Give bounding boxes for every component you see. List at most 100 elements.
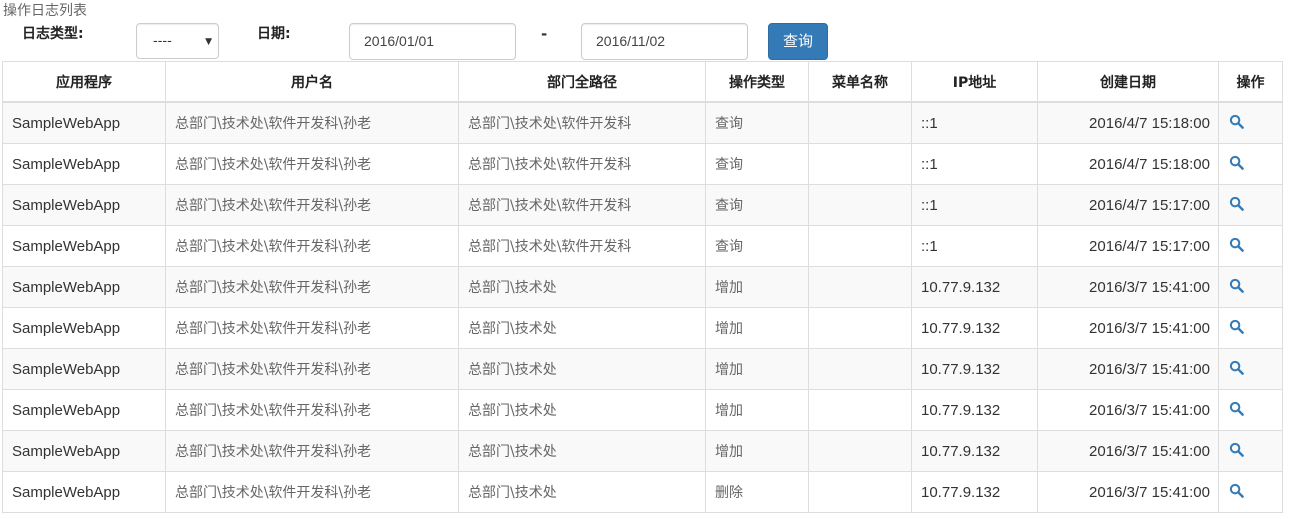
- search-icon[interactable]: [1229, 155, 1244, 174]
- search-icon[interactable]: [1229, 360, 1244, 379]
- cell-dept: 总部门\技术处\软件开发科: [458, 101, 706, 144]
- cell-date: 2016/4/7 15:17:00: [1037, 225, 1219, 267]
- header-date[interactable]: 创建日期: [1037, 61, 1219, 103]
- cell-app: SampleWebApp: [2, 430, 166, 472]
- log-type-value: ----: [153, 34, 172, 49]
- cell-app: SampleWebApp: [2, 389, 166, 431]
- cell-type: 增加: [705, 307, 809, 349]
- cell-app: SampleWebApp: [2, 101, 166, 144]
- header-action: 操作: [1218, 61, 1283, 103]
- cell-type: 增加: [705, 389, 809, 431]
- cell-type: 增加: [705, 430, 809, 472]
- cell-app: SampleWebApp: [2, 225, 166, 267]
- cell-type: 增加: [705, 348, 809, 390]
- header-app[interactable]: 应用程序: [2, 61, 166, 103]
- cell-date: 2016/4/7 15:18:00: [1037, 143, 1219, 185]
- cell-menu: [808, 143, 912, 185]
- header-ip[interactable]: IP地址: [911, 61, 1038, 103]
- cell-menu: [808, 389, 912, 431]
- cell-dept: 总部门\技术处\软件开发科: [458, 225, 706, 267]
- header-menu[interactable]: 菜单名称: [808, 61, 912, 103]
- cell-action: [1218, 225, 1283, 267]
- cell-date: 2016/3/7 15:41:00: [1037, 430, 1219, 472]
- cell-menu: [808, 348, 912, 390]
- cell-action: [1218, 471, 1283, 513]
- cell-type: 增加: [705, 266, 809, 308]
- query-button[interactable]: 查询: [768, 23, 828, 60]
- search-icon[interactable]: [1229, 114, 1244, 133]
- search-icon[interactable]: [1229, 196, 1244, 215]
- search-icon[interactable]: [1229, 483, 1244, 502]
- cell-type: 查询: [705, 101, 809, 144]
- cell-action: [1218, 430, 1283, 472]
- cell-dept: 总部门\技术处: [458, 307, 706, 349]
- cell-app: SampleWebApp: [2, 348, 166, 390]
- cell-dept: 总部门\技术处: [458, 348, 706, 390]
- date-to-input[interactable]: 2016/11/02: [581, 23, 748, 60]
- cell-menu: [808, 101, 912, 144]
- cell-dept: 总部门\技术处: [458, 471, 706, 513]
- search-icon[interactable]: [1229, 278, 1244, 297]
- page-title: 操作日志列表: [3, 3, 87, 19]
- cell-type: 查询: [705, 225, 809, 267]
- cell-date: 2016/3/7 15:41:00: [1037, 471, 1219, 513]
- search-icon[interactable]: [1229, 442, 1244, 461]
- cell-user: 总部门\技术处\软件开发科\孙老: [165, 348, 459, 390]
- table-row: SampleWebApp 总部门\技术处\软件开发科\孙老 总部门\技术处\软件开发…: [2, 225, 1283, 267]
- search-icon[interactable]: [1229, 401, 1244, 420]
- cell-menu: [808, 307, 912, 349]
- cell-user: 总部门\技术处\软件开发科\孙老: [165, 307, 459, 349]
- cell-action: [1218, 266, 1283, 308]
- cell-app: SampleWebApp: [2, 184, 166, 226]
- cell-user: 总部门\技术处\软件开发科\孙老: [165, 266, 459, 308]
- cell-app: SampleWebApp: [2, 143, 166, 185]
- cell-menu: [808, 430, 912, 472]
- table-row: SampleWebApp 总部门\技术处\软件开发科\孙老 总部门\技术处 增加 10.…: [2, 266, 1283, 308]
- table-row: SampleWebApp 总部门\技术处\软件开发科\孙老 总部门\技术处 增加 10.…: [2, 430, 1283, 472]
- table-row: SampleWebApp 总部门\技术处\软件开发科\孙老 总部门\技术处\软件开发…: [2, 101, 1283, 144]
- cell-type: 查询: [705, 143, 809, 185]
- cell-date: 2016/4/7 15:18:00: [1037, 101, 1219, 144]
- cell-action: [1218, 307, 1283, 349]
- cell-ip: 10.77.9.132: [911, 307, 1038, 349]
- date-from-input[interactable]: 2016/01/01: [349, 23, 516, 60]
- search-icon[interactable]: [1229, 237, 1244, 256]
- header-dept[interactable]: 部门全路径: [458, 61, 706, 103]
- cell-ip: ::1: [911, 143, 1038, 185]
- cell-menu: [808, 225, 912, 267]
- cell-dept: 总部门\技术处: [458, 266, 706, 308]
- cell-menu: [808, 184, 912, 226]
- cell-action: [1218, 101, 1283, 144]
- search-icon[interactable]: [1229, 319, 1244, 338]
- cell-action: [1218, 184, 1283, 226]
- cell-date: 2016/4/7 15:17:00: [1037, 184, 1219, 226]
- cell-user: 总部门\技术处\软件开发科\孙老: [165, 430, 459, 472]
- cell-type: 查询: [705, 184, 809, 226]
- table-row: SampleWebApp 总部门\技术处\软件开发科\孙老 总部门\技术处 删除 10.…: [2, 471, 1283, 513]
- cell-user: 总部门\技术处\软件开发科\孙老: [165, 389, 459, 431]
- cell-date: 2016/3/7 15:41:00: [1037, 348, 1219, 390]
- cell-ip: 10.77.9.132: [911, 430, 1038, 472]
- table-row: SampleWebApp 总部门\技术处\软件开发科\孙老 总部门\技术处\软件开发…: [2, 184, 1283, 226]
- header-user[interactable]: 用户名: [165, 61, 459, 103]
- cell-ip: ::1: [911, 101, 1038, 144]
- cell-action: [1218, 389, 1283, 431]
- cell-menu: [808, 471, 912, 513]
- cell-app: SampleWebApp: [2, 266, 166, 308]
- cell-menu: [808, 266, 912, 308]
- cell-user: 总部门\技术处\软件开发科\孙老: [165, 184, 459, 226]
- table-header-row: 应用程序 用户名 部门全路径 操作类型 菜单名称 IP地址 创建日期 操作: [2, 61, 1283, 103]
- date-separator: -: [541, 25, 548, 43]
- cell-date: 2016/3/7 15:41:00: [1037, 266, 1219, 308]
- table-row: SampleWebApp 总部门\技术处\软件开发科\孙老 总部门\技术处 增加 10.…: [2, 389, 1283, 431]
- table-row: SampleWebApp 总部门\技术处\软件开发科\孙老 总部门\技术处 增加 10.…: [2, 307, 1283, 349]
- log-table: 应用程序 用户名 部门全路径 操作类型 菜单名称 IP地址 创建日期 操作 Sa…: [2, 61, 1283, 513]
- header-type[interactable]: 操作类型: [705, 61, 809, 103]
- chevron-down-icon: ▼: [205, 37, 212, 47]
- log-type-select[interactable]: ---- ▼: [136, 23, 219, 59]
- cell-ip: 10.77.9.132: [911, 471, 1038, 513]
- cell-dept: 总部门\技术处\软件开发科: [458, 143, 706, 185]
- cell-user: 总部门\技术处\软件开发科\孙老: [165, 471, 459, 513]
- cell-date: 2016/3/7 15:41:00: [1037, 307, 1219, 349]
- cell-ip: 10.77.9.132: [911, 348, 1038, 390]
